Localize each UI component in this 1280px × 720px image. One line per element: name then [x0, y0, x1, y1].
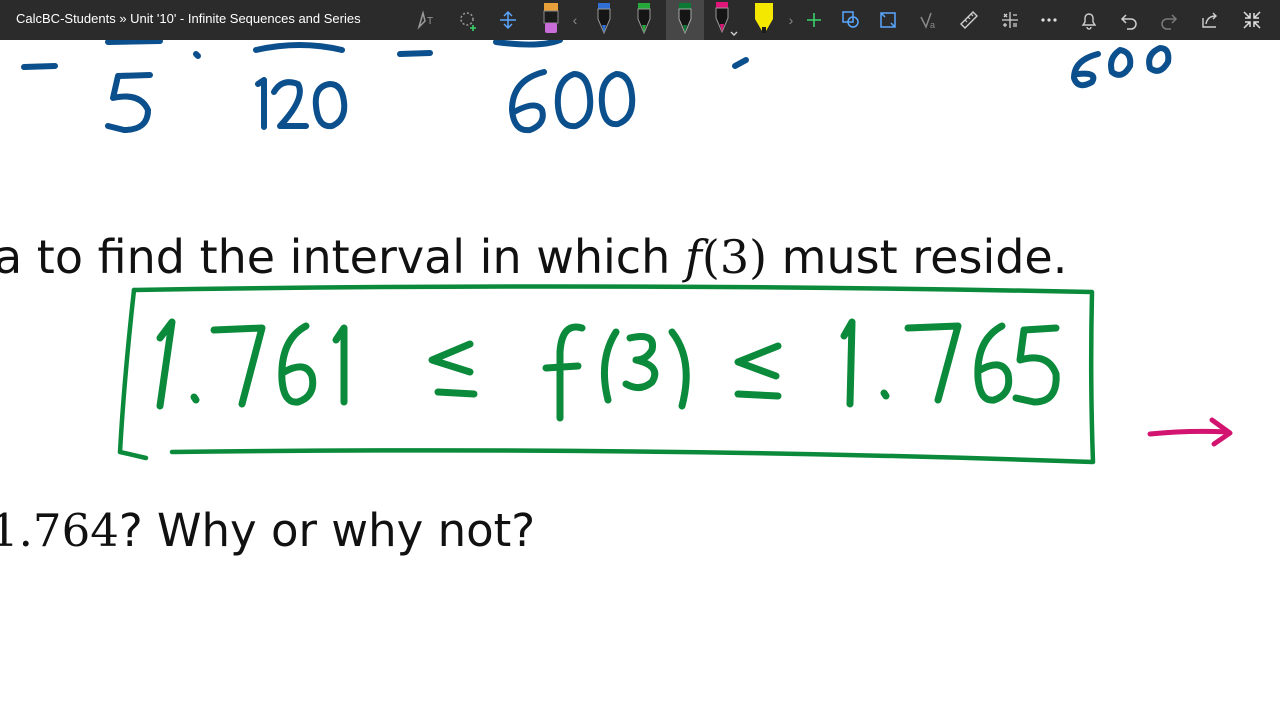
- exit-full-screen-icon[interactable]: [1234, 0, 1270, 40]
- ink-minus-2: [397, 50, 433, 57]
- green-inequality: [156, 318, 1060, 422]
- add-pen-icon[interactable]: [796, 0, 832, 40]
- ink-digit-6-right: [1071, 51, 1101, 89]
- ink-to-shape-icon[interactable]: [870, 0, 906, 40]
- line2-math-value: 1.764: [0, 504, 119, 557]
- green-pen-icon[interactable]: [626, 0, 662, 40]
- magenta-arrow: [1147, 417, 1233, 447]
- ink-minus-1: [21, 63, 58, 70]
- ink-ineq-7b: [904, 322, 962, 404]
- line1-math-arg: (3): [701, 230, 768, 284]
- svg-text:T: T: [427, 16, 433, 27]
- arrow-shaft: [1147, 428, 1231, 437]
- ink-ineq-7: [210, 324, 266, 408]
- ink-digit-0c: [598, 71, 636, 128]
- more-icon[interactable]: [1031, 0, 1067, 40]
- dark-green-pen-icon[interactable]: [666, 0, 704, 40]
- question-line-1: a to find the interval in which f(3) mus…: [0, 230, 1067, 284]
- line1-math-f: f: [684, 230, 702, 284]
- ink-ineq-1: [156, 318, 176, 410]
- box-top-right-bottom: [131, 284, 1096, 465]
- ink-ineq-5: [1012, 324, 1060, 406]
- ink-ineq-leq-2: [734, 342, 782, 400]
- ink-to-text-icon[interactable]: T: [409, 0, 445, 40]
- ink-digit-0-right-2: [1146, 45, 1172, 74]
- ink-ineq-paren-close: [668, 328, 690, 410]
- share-icon[interactable]: [1192, 0, 1228, 40]
- line1-text-after: must reside.: [767, 230, 1068, 284]
- ink-digit-1: [255, 77, 267, 130]
- blue-ink-fragments: [21, 40, 1172, 134]
- ink-digit-6: [509, 69, 547, 134]
- question-line-2: 1.764? Why or why not?: [0, 504, 535, 557]
- ink-ineq-paren-open: [600, 328, 620, 404]
- breadcrumb[interactable]: CalcBC-Students » Unit '10' - Infinite S…: [16, 11, 361, 26]
- ink-ineq-dot-2: [880, 389, 890, 400]
- redo-icon[interactable]: [1151, 0, 1187, 40]
- ink-to-math-icon[interactable]: a: [910, 0, 946, 40]
- ink-digit-0b: [554, 71, 594, 130]
- ink-fraction-bar-1: [105, 40, 163, 45]
- ink-ineq-leq-1: [428, 340, 478, 398]
- undo-icon[interactable]: [1111, 0, 1147, 40]
- ink-ineq-f: [542, 323, 586, 422]
- ink-ineq-1b: [332, 324, 348, 406]
- ink-digit-0-right: [1108, 47, 1134, 78]
- ink-fraction-bar-2: [253, 42, 345, 53]
- blue-pen-icon[interactable]: [586, 0, 622, 40]
- ruler-icon[interactable]: [951, 0, 987, 40]
- lasso-select-icon[interactable]: [450, 0, 486, 40]
- notifications-icon[interactable]: [1071, 0, 1107, 40]
- line1-text-before: a to find the interval in which: [0, 230, 685, 284]
- svg-text:a: a: [930, 20, 935, 30]
- ink-ineq-1c: [840, 318, 856, 408]
- ink-digit-0: [312, 81, 348, 130]
- notebook-page[interactable]: a to find the interval in which f(3) mus…: [0, 40, 1280, 720]
- magenta-pen-icon[interactable]: [706, 0, 742, 40]
- add-space-icon[interactable]: [490, 0, 526, 40]
- ink-dot: [193, 51, 201, 59]
- ink-ineq-dot-1: [190, 393, 200, 404]
- shapes-icon[interactable]: [833, 0, 869, 40]
- ink-fraction-bar-3: [493, 40, 563, 48]
- ink-ineq-3: [622, 333, 659, 391]
- ink-digit-5: [105, 72, 153, 133]
- box-left: [117, 287, 149, 461]
- ink-ineq-6b: [974, 322, 1013, 404]
- ink-ineq-6: [278, 322, 317, 406]
- ink-tick: [732, 57, 749, 69]
- math-tools-icon[interactable]: [992, 0, 1028, 40]
- ink-digit-2: [271, 79, 309, 129]
- line2-text-after: ? Why or why not?: [118, 504, 536, 557]
- ribbon-toolbar: CalcBC-Students » Unit '10' - Infinite S…: [0, 0, 1280, 40]
- ink-layer: [21, 40, 1233, 465]
